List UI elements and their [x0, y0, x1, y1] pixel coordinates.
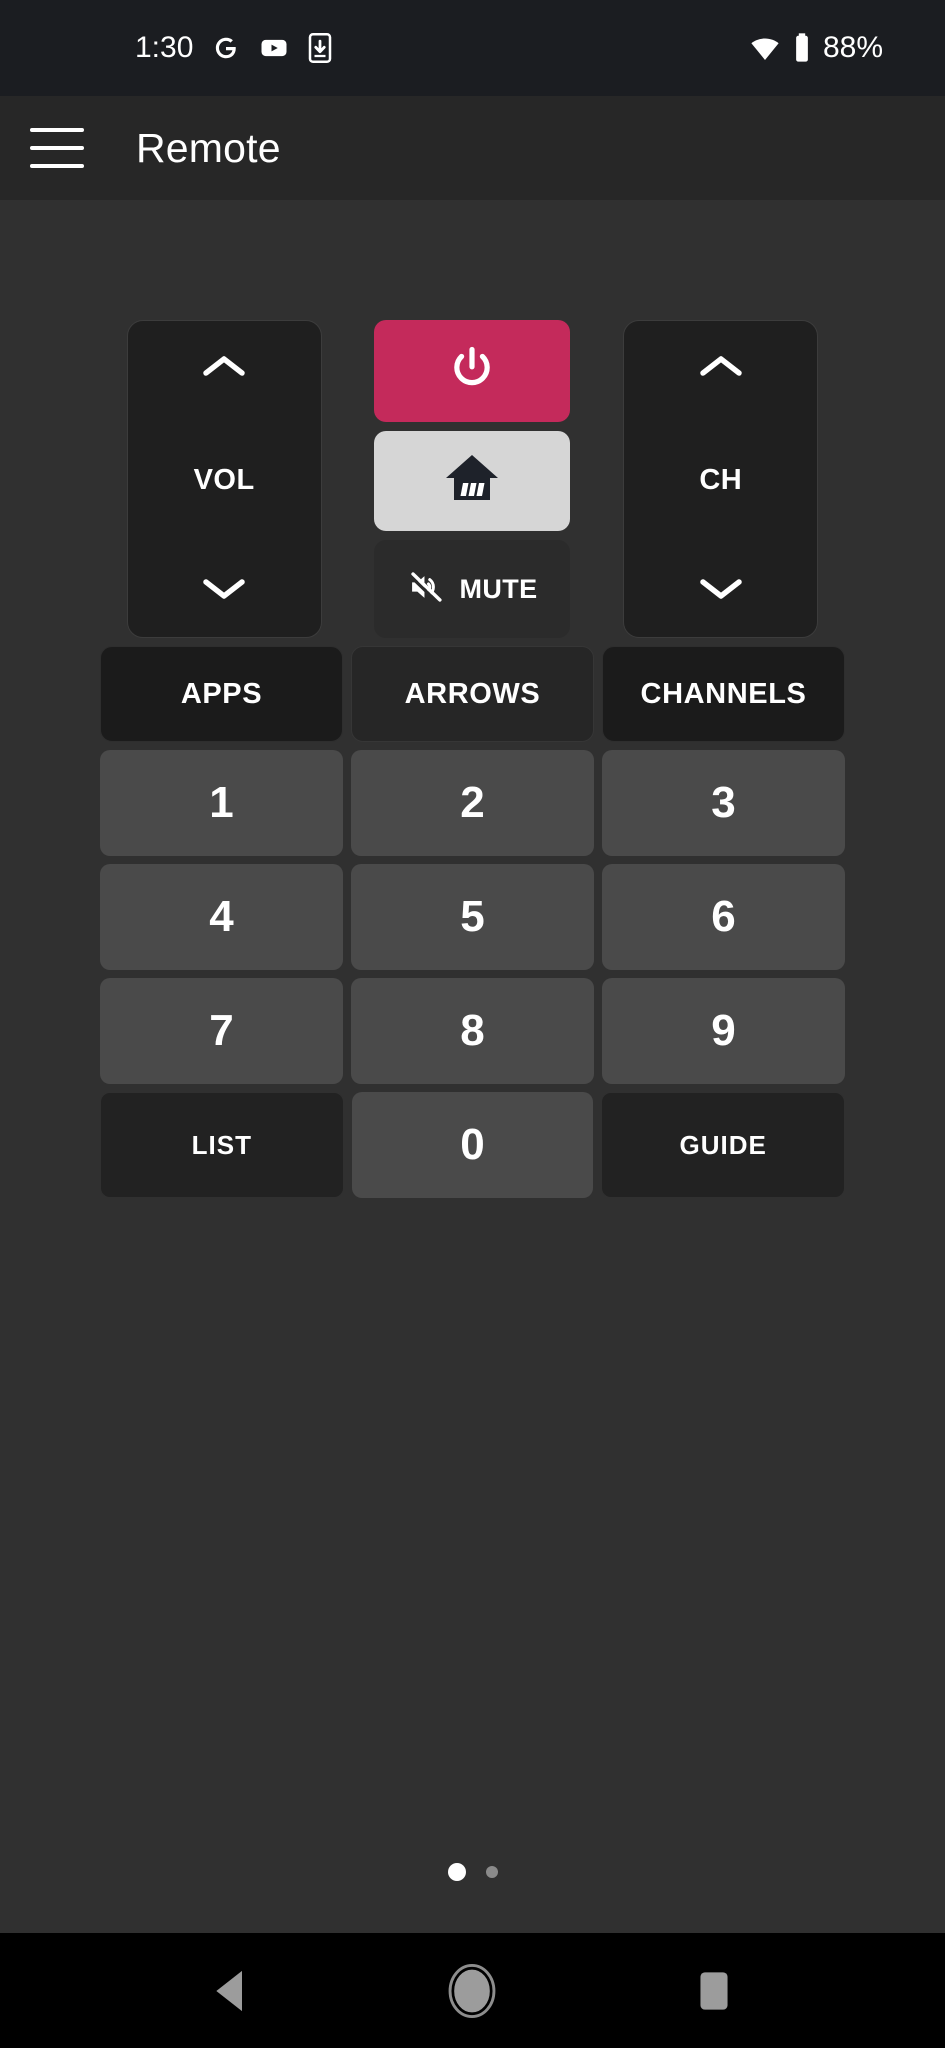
key-2[interactable]: 2: [351, 750, 594, 856]
keypad-row-2: 4 5 6: [100, 864, 845, 970]
list-label: LIST: [191, 1129, 252, 1160]
key-label: 1: [209, 778, 234, 827]
google-icon: [211, 33, 241, 63]
channels-label: CHANNELS: [640, 677, 807, 710]
remote-control-panel: VOL MUTE CH APPS ARROWS CHANNELS 1 2 3 4…: [0, 200, 945, 1933]
key-label: 0: [460, 1120, 485, 1169]
power-button[interactable]: [374, 320, 571, 422]
wifi-icon: [749, 32, 781, 64]
key-label: 8: [460, 1006, 485, 1055]
pagination-dots: [0, 1863, 945, 1881]
key-3[interactable]: 3: [602, 750, 845, 856]
keypad-row-1: 1 2 3: [100, 750, 845, 856]
key-label: 4: [209, 892, 234, 941]
channels-button[interactable]: CHANNELS: [602, 646, 845, 742]
channel-rocker[interactable]: CH: [623, 320, 819, 638]
key-1[interactable]: 1: [100, 750, 343, 856]
apps-button[interactable]: APPS: [100, 646, 343, 742]
home-circle-icon[interactable]: [427, 1946, 517, 2036]
status-time: 1:30: [135, 31, 194, 64]
key-label: 6: [711, 892, 736, 941]
key-label: 9: [711, 1006, 736, 1055]
keypad-row-4: LIST 0 GUIDE: [100, 1092, 846, 1198]
power-icon: [446, 343, 498, 400]
status-bar-right: 88%: [749, 31, 915, 65]
key-7[interactable]: 7: [100, 978, 343, 1084]
mute-label: MUTE: [459, 573, 538, 604]
volume-column: VOL: [100, 320, 348, 638]
key-4[interactable]: 4: [100, 864, 343, 970]
key-8[interactable]: 8: [351, 978, 594, 1084]
guide-button[interactable]: GUIDE: [601, 1092, 846, 1198]
page-title: Remote: [136, 124, 281, 171]
volume-mute-icon: [407, 570, 445, 609]
volume-label: VOL: [193, 463, 255, 496]
channel-column: CH: [597, 320, 845, 638]
pagination-dot-1[interactable]: [447, 1863, 466, 1881]
status-bar: 1:30 88%: [0, 0, 945, 96]
youtube-icon: [259, 33, 289, 63]
home-house-icon: [443, 452, 501, 511]
android-navigation-bar: [0, 1933, 945, 2048]
chevron-up-icon[interactable]: [201, 353, 247, 384]
app-bar: Remote: [0, 96, 945, 200]
phone-download-icon: [307, 33, 333, 63]
remote-top-block: VOL MUTE CH: [100, 320, 845, 638]
chevron-down-icon[interactable]: [201, 576, 247, 607]
apps-label: APPS: [180, 677, 263, 710]
battery-percent: 88%: [822, 31, 883, 64]
back-triangle-icon[interactable]: [186, 1946, 276, 2036]
mute-button[interactable]: MUTE: [374, 540, 571, 638]
function-row: APPS ARROWS CHANNELS: [100, 646, 845, 742]
channel-label: CH: [699, 463, 743, 496]
key-label: 7: [209, 1006, 234, 1055]
recents-square-icon[interactable]: [669, 1946, 759, 2036]
keypad-row-3: 7 8 9: [100, 978, 845, 1084]
key-5[interactable]: 5: [351, 864, 594, 970]
guide-label: GUIDE: [679, 1129, 767, 1160]
arrows-button[interactable]: ARROWS: [351, 646, 594, 742]
battery-icon: [792, 32, 812, 64]
chevron-down-icon[interactable]: [698, 576, 744, 607]
key-9[interactable]: 9: [602, 978, 845, 1084]
volume-rocker[interactable]: VOL: [126, 320, 322, 638]
key-label: 2: [460, 778, 485, 827]
key-label: 5: [460, 892, 485, 941]
pagination-dot-2[interactable]: [485, 1866, 498, 1878]
list-button[interactable]: LIST: [100, 1092, 344, 1198]
hamburger-menu-icon[interactable]: [30, 128, 84, 168]
status-bar-left: 1:30: [0, 31, 333, 65]
phone-screen: 1:30 88% Remote VOL MUTE CH APPS ARROWS …: [0, 0, 945, 2048]
arrows-label: ARROWS: [404, 677, 541, 710]
key-label: 3: [711, 778, 736, 827]
key-0[interactable]: 0: [351, 1092, 594, 1198]
center-column: MUTE: [348, 320, 596, 638]
home-button[interactable]: [374, 431, 571, 531]
key-6[interactable]: 6: [602, 864, 845, 970]
chevron-up-icon[interactable]: [698, 353, 744, 384]
remote-button-pad: VOL MUTE CH APPS ARROWS CHANNELS 1 2 3 4…: [100, 320, 846, 1198]
